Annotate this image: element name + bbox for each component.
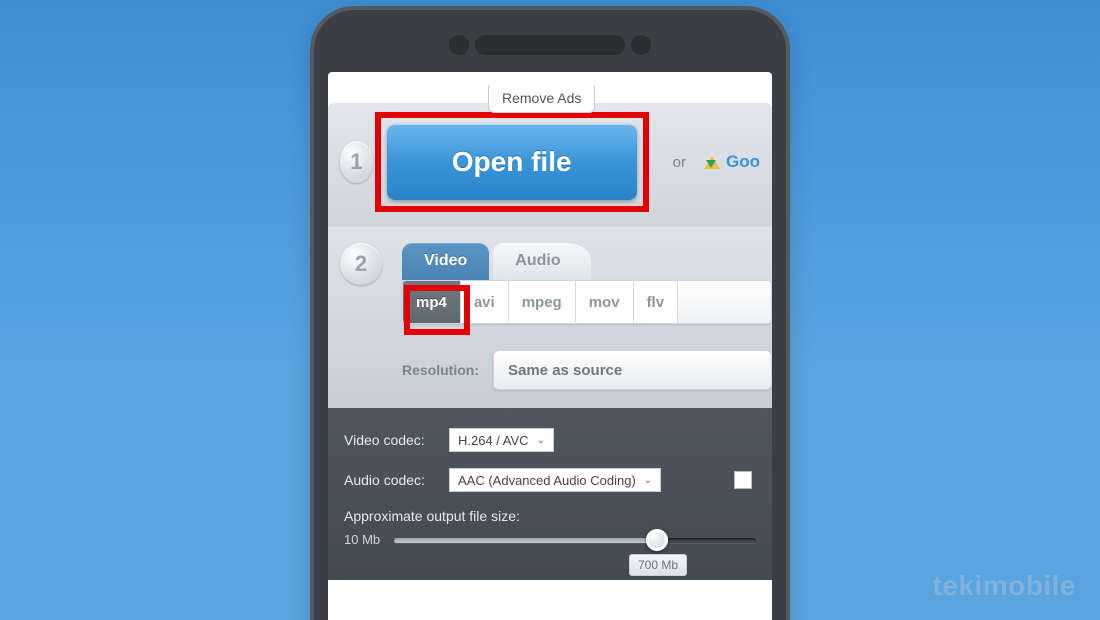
step-2-panel: 2 Video Audio mp4 avi mpeg mov flv Re — [328, 226, 772, 408]
brand-watermark: tekimobile — [933, 570, 1076, 602]
slider-filled — [394, 538, 654, 543]
phone-sensor-right — [631, 35, 651, 55]
video-codec-select[interactable]: H.264 / AVC ⌄ — [449, 428, 554, 452]
format-flv[interactable]: flv — [634, 281, 679, 323]
format-mpeg[interactable]: mpeg — [509, 281, 576, 323]
tab-video[interactable]: Video — [402, 243, 489, 280]
highlight-open-file — [375, 112, 649, 212]
audio-codec-value: AAC (Advanced Audio Coding) — [458, 473, 636, 488]
remove-ads-button[interactable]: Remove Ads — [488, 85, 595, 113]
phone-sensor-left — [449, 35, 469, 55]
resolution-value: Same as source — [508, 362, 622, 379]
google-drive-link[interactable]: Goo — [704, 152, 760, 172]
chevron-down-icon: ⌄ — [537, 435, 545, 446]
or-label: or — [673, 154, 686, 171]
codec-panel: Video codec: H.264 / AVC ⌄ Audio codec: … — [328, 408, 772, 580]
format-mov[interactable]: mov — [576, 281, 634, 323]
phone-frame: Remove Ads 1 Open file or Goo 2 — [310, 6, 790, 620]
media-tabs: Video Audio — [402, 243, 772, 280]
tab-audio[interactable]: Audio — [493, 243, 590, 280]
codec-checkbox[interactable] — [734, 471, 752, 489]
phone-screen: Remove Ads 1 Open file or Goo 2 — [328, 72, 772, 620]
size-min-label: 10 Mb — [344, 532, 380, 547]
size-slider[interactable]: 10 Mb 700 Mb — [344, 530, 756, 570]
audio-codec-select[interactable]: AAC (Advanced Audio Coding) ⌄ — [449, 468, 661, 492]
approx-size-label: Approximate output file size: — [344, 508, 756, 524]
step-1-panel: 1 Open file or Goo — [328, 102, 772, 226]
audio-codec-label: Audio codec: — [344, 472, 439, 488]
phone-earpiece — [475, 35, 625, 55]
google-drive-icon — [704, 156, 720, 169]
video-codec-label: Video codec: — [344, 432, 439, 448]
resolution-select[interactable]: Same as source — [493, 350, 772, 390]
slider-value-label: 700 Mb — [629, 554, 687, 576]
highlight-mp4 — [404, 285, 470, 335]
chevron-down-icon: ⌄ — [644, 475, 652, 486]
step-2-badge: 2 — [340, 243, 382, 285]
slider-track — [394, 538, 756, 543]
resolution-label: Resolution: — [402, 362, 479, 378]
step-1-badge: 1 — [340, 141, 373, 183]
video-codec-value: H.264 / AVC — [458, 433, 529, 448]
google-drive-label: Goo — [726, 152, 760, 172]
slider-thumb[interactable] — [646, 529, 668, 551]
